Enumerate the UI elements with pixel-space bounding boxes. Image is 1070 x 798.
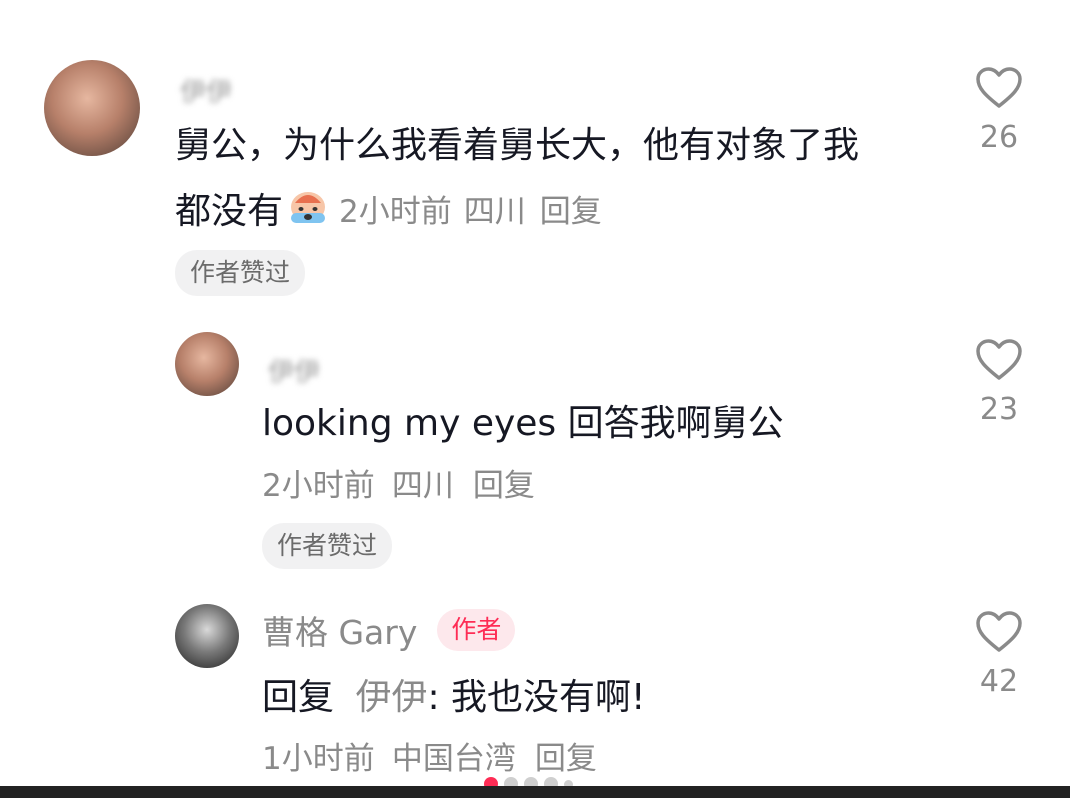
reply-button[interactable]: 回复 xyxy=(540,186,602,231)
comment-header: 曹格 Gary 作者 xyxy=(262,606,516,654)
comment-time: 2小时前 xyxy=(339,193,452,230)
like-count: 26 xyxy=(979,120,1019,155)
comment-meta: 2小时前 四川 回复 xyxy=(262,460,535,505)
comment-text-line2: 都没有 xyxy=(175,191,284,232)
heart-outline-icon xyxy=(976,67,1022,108)
comment-text-row2: 都没有 2小时前 四川 回复 xyxy=(175,182,602,234)
comment-meta: 1小时前 中国台湾 回复 xyxy=(262,733,597,778)
reply-text: : 我也没有啊! xyxy=(427,677,646,718)
comment-username[interactable]: 伊伊 xyxy=(268,352,320,389)
comment-location: 四川 xyxy=(391,468,454,504)
comment-time: 2小时前 xyxy=(262,468,375,504)
bottom-bar xyxy=(0,786,1070,798)
reply-button[interactable]: 回复 xyxy=(535,741,597,777)
reply-to-username[interactable]: 伊伊 xyxy=(355,677,427,718)
author-liked-badge: 作者赞过 xyxy=(262,523,393,569)
comment-text-line1: 舅公，为什么我看着舅长大，他有对象了我 xyxy=(175,125,860,166)
reply-prefix: 回复 xyxy=(262,677,335,718)
crying-face-icon xyxy=(285,185,331,231)
like-count: 42 xyxy=(979,664,1019,699)
like-count: 23 xyxy=(979,392,1019,427)
comment-location: 四川 xyxy=(463,193,526,230)
avatar[interactable] xyxy=(44,60,140,156)
comment-location: 中国台湾 xyxy=(391,741,516,777)
like-button[interactable]: 42 xyxy=(954,610,1044,699)
author-badge: 作者 xyxy=(437,609,516,651)
reply-button[interactable]: 回复 xyxy=(473,468,535,504)
comment-username[interactable]: 曹格 Gary xyxy=(262,606,417,654)
heart-outline-icon xyxy=(976,339,1022,380)
comment-time: 1小时前 xyxy=(262,741,375,777)
comment-text: looking my eyes 回答我啊舅公 xyxy=(262,403,784,444)
avatar[interactable] xyxy=(175,604,239,668)
like-button[interactable]: 26 xyxy=(954,66,1044,155)
author-liked-badge: 作者赞过 xyxy=(175,250,306,296)
comment-text: 回复 伊伊: 我也没有啊! xyxy=(262,668,646,720)
avatar[interactable] xyxy=(175,332,239,396)
heart-outline-icon xyxy=(976,611,1022,652)
comment-text: 舅公，为什么我看着舅长大，他有对象了我 xyxy=(175,122,915,170)
comment-username[interactable]: 伊伊 xyxy=(180,72,232,109)
like-button[interactable]: 23 xyxy=(954,338,1044,427)
